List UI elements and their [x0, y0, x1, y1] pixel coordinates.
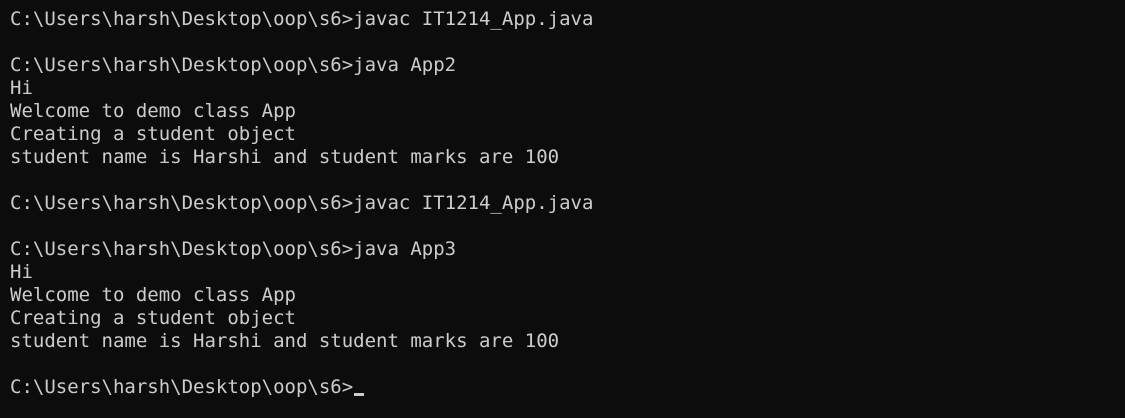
- output-line: Hi: [10, 261, 33, 283]
- output-line: Welcome to demo class App: [10, 284, 296, 306]
- output-line: Hi: [10, 77, 33, 99]
- command-line: C:\Users\harsh\Desktop\oop\s6>java App3: [10, 238, 457, 260]
- cursor: [354, 393, 365, 396]
- prompt-line[interactable]: C:\Users\harsh\Desktop\oop\s6>: [10, 376, 1125, 399]
- prompt-text: C:\Users\harsh\Desktop\oop\s6>: [10, 376, 354, 398]
- terminal-window[interactable]: C:\Users\harsh\Desktop\oop\s6>javac IT12…: [0, 0, 1125, 418]
- output-line: student name is Harshi and student marks…: [10, 330, 560, 352]
- output-line: Welcome to demo class App: [10, 100, 296, 122]
- command-line: C:\Users\harsh\Desktop\oop\s6>javac IT12…: [10, 8, 594, 30]
- output-line: Creating a student object: [10, 307, 296, 329]
- output-line: student name is Harshi and student marks…: [10, 146, 560, 168]
- command-line: C:\Users\harsh\Desktop\oop\s6>java App2: [10, 54, 457, 76]
- command-line: C:\Users\harsh\Desktop\oop\s6>javac IT12…: [10, 192, 594, 214]
- output-line: Creating a student object: [10, 123, 296, 145]
